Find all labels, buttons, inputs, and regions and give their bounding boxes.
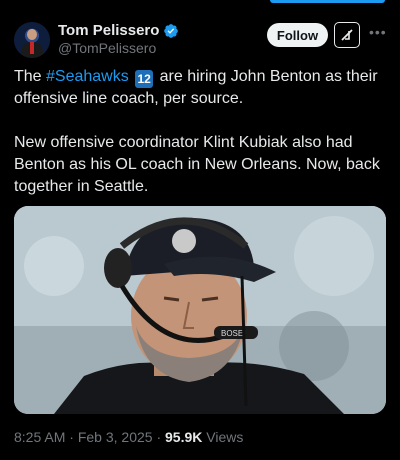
follow-button[interactable]: Follow <box>267 23 328 47</box>
views-label: Views <box>202 429 244 445</box>
tweet-time[interactable]: 8:25 AM <box>14 429 65 445</box>
tweet-paragraph-2: New offensive coordinator Klint Kubiak a… <box>14 134 380 195</box>
tweet-header: Tom Pelissero @TomPelissero Follow ••• <box>14 18 386 62</box>
tweet-paragraph-1: The #Seahawks 12 are hiring John Benton … <box>14 66 386 110</box>
grok-glyph-icon <box>341 29 353 41</box>
meta-separator: · <box>65 429 78 445</box>
hashtag-seahawks[interactable]: #Seahawks <box>46 68 129 85</box>
author-name[interactable]: Tom Pelissero <box>58 22 159 39</box>
tweet-p1-prefix: The <box>14 68 47 85</box>
more-icon[interactable]: ••• <box>369 24 387 42</box>
tweet-date[interactable]: Feb 3, 2025 <box>78 429 153 445</box>
svg-text:BOSE: BOSE <box>221 329 243 338</box>
grok-icon[interactable] <box>334 22 360 48</box>
author-name-row[interactable]: Tom Pelissero <box>58 22 179 39</box>
tweet-photo[interactable]: BOSE <box>14 206 386 414</box>
tweet-meta: 8:25 AM · Feb 3, 2025 · 95.9K Views <box>14 429 243 445</box>
avatar[interactable] <box>14 22 50 58</box>
top-progress <box>0 0 400 4</box>
verified-badge-icon <box>164 23 179 38</box>
coach-photo-illustration: BOSE <box>14 206 386 414</box>
meta-separator: · <box>152 429 166 445</box>
views-count[interactable]: 95.9K <box>165 429 202 445</box>
tweet-text: The #Seahawks 12 are hiring John Benton … <box>14 66 386 220</box>
seahawks-12-emoji-icon: 12 <box>135 70 154 88</box>
author-handle[interactable]: @TomPelissero <box>58 40 156 56</box>
